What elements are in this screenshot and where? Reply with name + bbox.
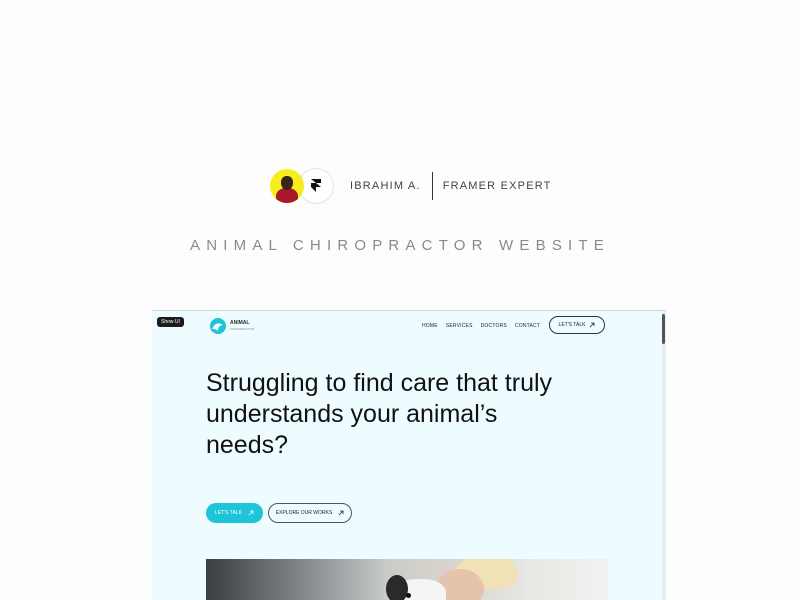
nav-item-home[interactable]: HOME (422, 323, 438, 329)
preview-scrollbar[interactable] (662, 311, 666, 600)
site-logo-tagline: CHIROPRACTOR (230, 326, 255, 331)
nav-item-contact[interactable]: CONTACT (515, 323, 540, 329)
show-ui-button[interactable]: Show UI (157, 317, 184, 327)
nav-lets-talk-button[interactable]: LET'S TALK (549, 316, 605, 334)
author-credit: IBRAHIM A. FRAMER EXPERT (270, 168, 552, 204)
nav-item-services[interactable]: SERVICES (446, 323, 473, 329)
preview-scroll-thumb[interactable] (662, 314, 665, 344)
author-name: IBRAHIM A. (350, 180, 421, 192)
site-logo-name: ANIMAL (230, 319, 250, 326)
nav-item-doctors[interactable]: DOCTORS (481, 323, 507, 329)
site-nav: HOME SERVICES DOCTORS CONTACT (422, 323, 540, 329)
arrow-up-right-icon (248, 510, 254, 516)
website-preview[interactable]: Show UI ANIMAL CHIROPRACTOR HOME SERVICE… (152, 310, 666, 600)
arrow-up-right-icon (338, 510, 344, 516)
site-logo[interactable]: ANIMAL CHIROPRACTOR (209, 317, 254, 335)
arrow-up-right-icon (590, 322, 595, 328)
hero-primary-label: LET'S TALK (215, 510, 242, 516)
hero-title: Struggling to find care that truly under… (206, 369, 553, 459)
explore-works-button[interactable]: EXPLORE OUR WORKS (268, 503, 352, 523)
hero-lets-talk-button[interactable]: LET'S TALK (206, 503, 263, 523)
project-title: ANIMAL CHIROPRACTOR WEBSITE (190, 237, 610, 254)
hero-secondary-label: EXPLORE OUR WORKS (275, 510, 333, 516)
credit-divider (431, 172, 433, 200)
author-role: FRAMER EXPERT (442, 180, 552, 192)
wave-logo-icon (210, 318, 226, 334)
hero-image (206, 559, 608, 600)
author-avatar (270, 169, 304, 203)
nav-cta-label: LET'S TALK (558, 322, 586, 328)
showcase-page: IBRAHIM A. FRAMER EXPERT ANIMAL CHIROPRA… (0, 0, 800, 600)
